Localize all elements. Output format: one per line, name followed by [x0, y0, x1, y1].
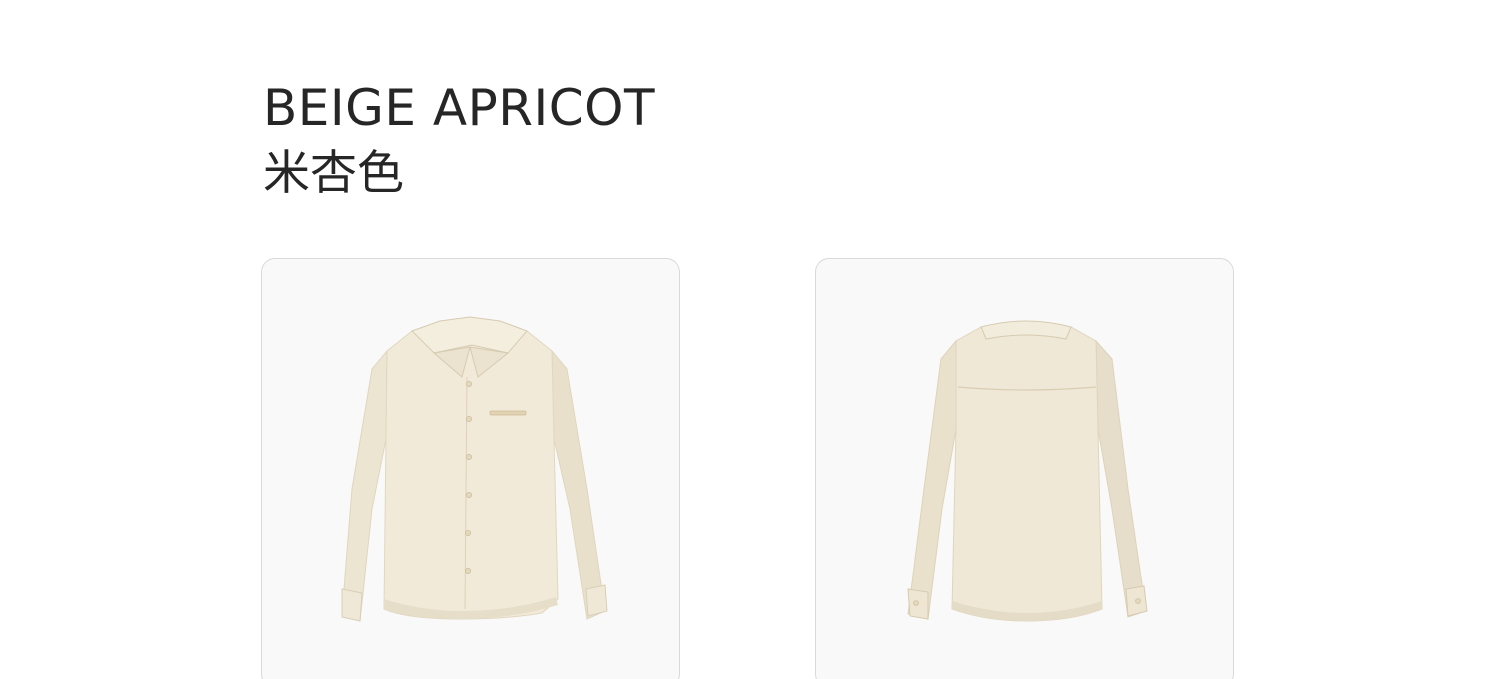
product-color-section: BEIGE APRICOT 米杏色: [0, 0, 1500, 679]
color-name-english: BEIGE APRICOT: [263, 79, 656, 137]
product-image-front-card[interactable]: [261, 258, 680, 679]
product-image-back-card[interactable]: [815, 258, 1234, 679]
color-name-chinese: 米杏色: [263, 146, 404, 201]
shirt-back-image: [907, 320, 1148, 622]
shirt-front-image: [341, 316, 608, 622]
